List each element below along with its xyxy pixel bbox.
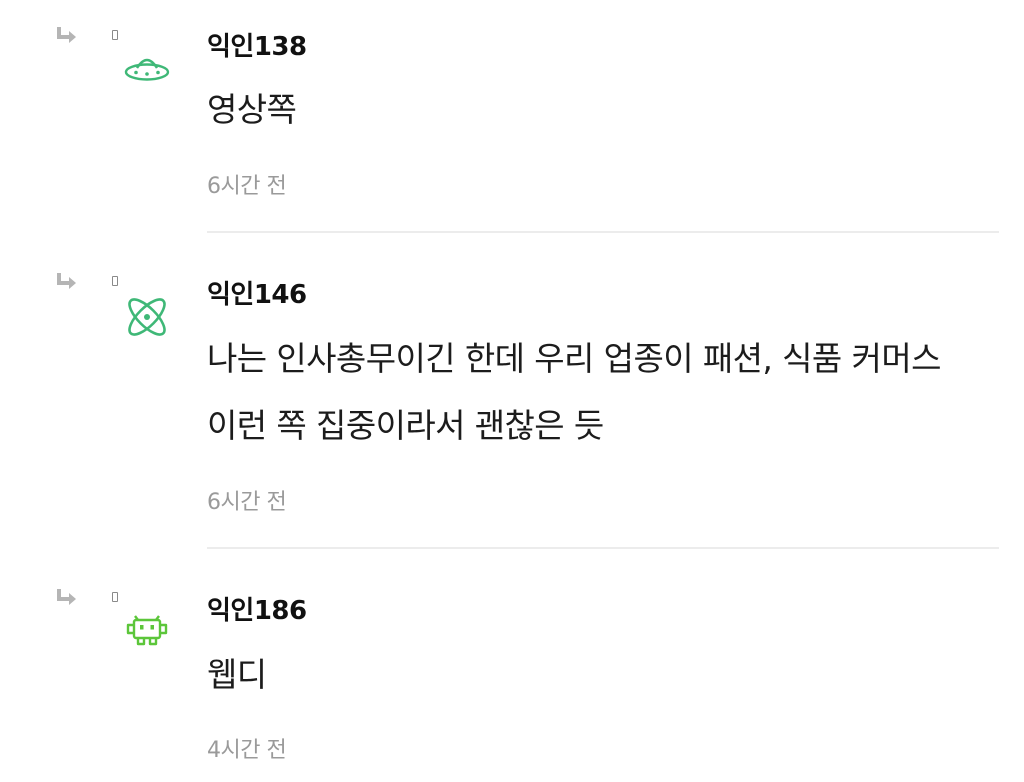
comment-body: 나는 인사총무이긴 한데 우리 업종이 패션, 식품 커머스 이런 쪽 집중이라…: [207, 339, 941, 445]
comment-author[interactable]: 익인138: [207, 26, 307, 63]
marker-icon: [112, 30, 118, 40]
comment-timestamp: 6시간 전: [207, 490, 287, 515]
atom-icon[interactable]: [120, 290, 174, 344]
comment-item: 익인146 나는 인사총무이긴 한데 우리 업종이 패션, 식품 커머스 이런 …: [0, 234, 1024, 550]
reply-arrow-icon: [54, 272, 78, 292]
space-invader-icon[interactable]: [120, 608, 174, 662]
comment-item: 익인138 영상쪽 6시간 전: [0, 0, 1024, 234]
comment-body: 웹디: [207, 655, 267, 694]
comment-body: 영상쪽: [207, 90, 297, 129]
comment-author[interactable]: 익인146: [207, 274, 307, 311]
comment-timestamp: 4시간 전: [207, 738, 287, 763]
marker-icon: [112, 276, 118, 286]
comment-timestamp: 6시간 전: [207, 174, 287, 199]
ufo-icon[interactable]: [120, 44, 174, 98]
reply-arrow-icon: [54, 26, 78, 46]
marker-icon: [112, 592, 118, 602]
divider: [207, 547, 999, 549]
comment-author[interactable]: 익인186: [207, 590, 307, 627]
comment-item: 익인186 웹디 4시간 전: [0, 550, 1024, 782]
reply-arrow-icon: [54, 588, 78, 608]
divider: [207, 231, 999, 233]
